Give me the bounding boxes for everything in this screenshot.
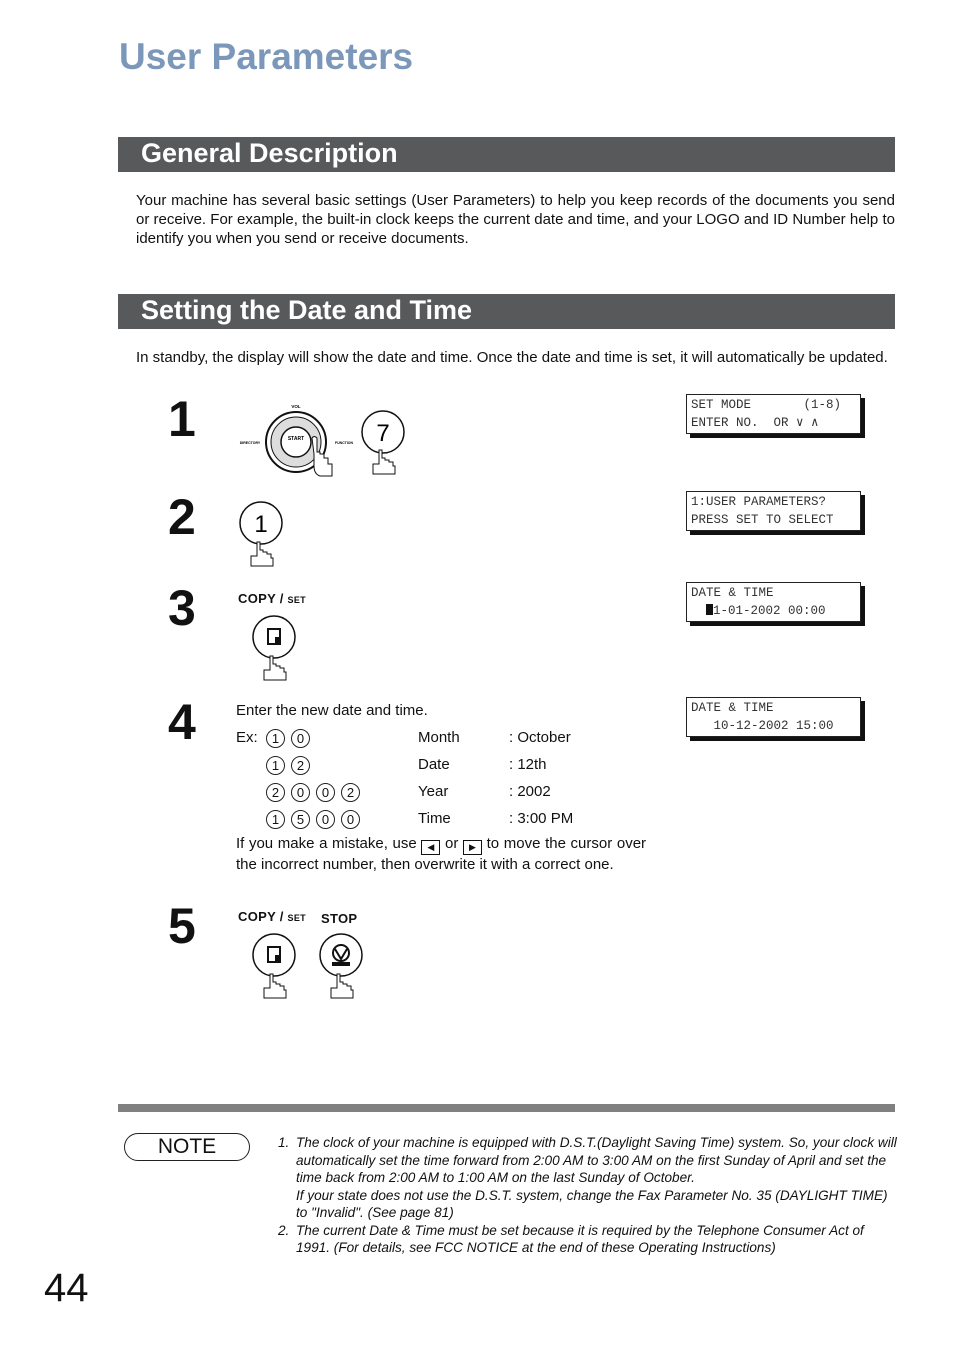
right-arrow-key-icon: ▶ <box>462 840 482 855</box>
copy-set-label: COPY / SET <box>238 591 306 606</box>
note-item: 1. The clock of your machine is equipped … <box>278 1135 897 1220</box>
page-number: 44 <box>44 1266 89 1310</box>
lcd-line: ENTER NO. OR ∨ ∧ <box>691 416 819 430</box>
lcd-line: SET MODE (1-8) <box>691 398 842 412</box>
svg-text:VOL: VOL <box>291 404 301 409</box>
note-item: 2. The current Date & Time must be set be… <box>278 1222 864 1256</box>
example-row: 1 5 0 0 Time: 3:00 PM <box>266 810 596 830</box>
lcd-display: DATE & TIME 10-12-2002 15:00 <box>686 697 861 737</box>
copy-set-button-icon <box>252 615 296 681</box>
key-1-icon: 1 <box>239 501 283 567</box>
step-instruction: Enter the new date and time. <box>236 702 428 719</box>
digit-key-icon: 0 <box>291 783 310 802</box>
lcd-line: 1-01-2002 00:00 <box>713 604 826 618</box>
mistake-text: If you make a mistake, use ◀ or ▶ to mov… <box>236 835 647 873</box>
field-name: Time <box>418 810 451 827</box>
digit-key-icon: 0 <box>341 810 360 829</box>
example-row: 2 0 0 2 Year: 2002 <box>266 783 596 803</box>
lcd-display: DATE & TIME 1-01-2002 00:00 <box>686 582 861 622</box>
lcd-display: 1:USER PARAMETERS? PRESS SET TO SELECT <box>686 491 861 531</box>
note-label: NOTE <box>124 1133 250 1161</box>
field-name: Date <box>418 756 450 773</box>
field-value: : October <box>509 729 571 746</box>
divider <box>118 1104 895 1112</box>
field-value: : 2002 <box>509 783 551 800</box>
example-label: Ex: <box>236 729 258 746</box>
digit-key-icon: 0 <box>291 729 310 748</box>
field-value: : 3:00 PM <box>509 810 574 827</box>
digit-key-icon: 5 <box>291 810 310 829</box>
svg-text:1: 1 <box>254 511 267 538</box>
digit-key-icon: 0 <box>316 783 335 802</box>
svg-text:DIRECTORY: DIRECTORY <box>240 441 261 445</box>
digit-key-icon: 1 <box>266 756 285 775</box>
lcd-line: 1:USER PARAMETERS? <box>691 495 827 509</box>
page-title: User Parameters <box>119 36 414 77</box>
manual-page: User Parameters General Description Your… <box>0 0 954 1351</box>
control-panel-function-key-icon: START VOL DIRECTORY FUNCTION 7 <box>240 404 405 477</box>
start-label: START <box>288 436 304 442</box>
svg-text:FUNCTION: FUNCTION <box>335 441 354 445</box>
example-row: 1 0 Month : October <box>266 729 596 749</box>
digit-key-icon: 2 <box>291 756 310 775</box>
step-number: 4 <box>168 694 196 750</box>
step-number: 2 <box>168 489 196 545</box>
cursor-block <box>706 604 714 615</box>
lcd-line: DATE & TIME <box>691 586 774 600</box>
date-intro-text: In standby, the display will show the da… <box>136 349 888 366</box>
lcd-line: PRESS SET TO SELECT <box>691 513 834 527</box>
step-number: 3 <box>168 580 196 636</box>
note-list: 1. The clock of your machine is equipped … <box>278 1134 898 1257</box>
step-number: 5 <box>168 898 196 954</box>
digit-key-icon: 0 <box>316 810 335 829</box>
left-arrow-key-icon: ◀ <box>421 840 441 855</box>
lcd-line: DATE & TIME <box>691 701 774 715</box>
section-header-general: General Description <box>118 137 895 172</box>
digit-key-icon: 1 <box>266 810 285 829</box>
lcd-display: SET MODE (1-8) ENTER NO. OR ∨ ∧ <box>686 394 861 434</box>
stop-label: STOP <box>321 911 358 926</box>
copy-set-button-icon <box>252 933 296 999</box>
field-name: Month <box>418 729 460 746</box>
key-7: 7 <box>376 420 389 447</box>
general-description-text: Your machine has several basic settings … <box>136 192 895 247</box>
digit-key-icon: 2 <box>341 783 360 802</box>
lcd-line: 10-12-2002 15:00 <box>691 719 834 733</box>
step-number: 1 <box>168 391 196 447</box>
digit-key-icon: 2 <box>266 783 285 802</box>
field-value: : 12th <box>509 756 547 773</box>
field-name: Year <box>418 783 449 800</box>
stop-button-icon <box>319 933 363 999</box>
section-header-date-time: Setting the Date and Time <box>118 294 895 329</box>
example-row: 1 2 Date : 12th <box>266 756 596 776</box>
copy-set-label: COPY / SET <box>238 909 306 924</box>
digit-key-icon: 1 <box>266 729 285 748</box>
